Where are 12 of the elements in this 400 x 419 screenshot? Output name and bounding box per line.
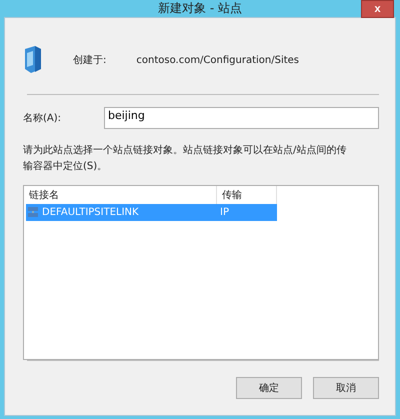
- name-field[interactable]: beijing: [104, 107, 379, 129]
- container-path: contoso.com/Configuration/Sites: [136, 54, 300, 66]
- site-link-list[interactable]: 链接名 传输 DEFAULTIPSITELINK IP: [23, 185, 379, 360]
- site-icon: [23, 45, 43, 75]
- name-label: 名称(A):: [23, 112, 62, 125]
- created-in-label: 创建于:: [73, 54, 106, 67]
- dialog-button[interactable]: 确定: [236, 377, 302, 399]
- instruction-text: 请为此站点选择一个站点链接对象。站点链接对象可以在站点/站点间的传输容器中定位(S)。: [23, 144, 348, 174]
- network-icon: [27, 206, 39, 218]
- close-button[interactable]: x: [361, 0, 394, 18]
- dialog-button[interactable]: 取消: [313, 377, 379, 399]
- window-title: 新建对象 - 站点: [158, 0, 242, 17]
